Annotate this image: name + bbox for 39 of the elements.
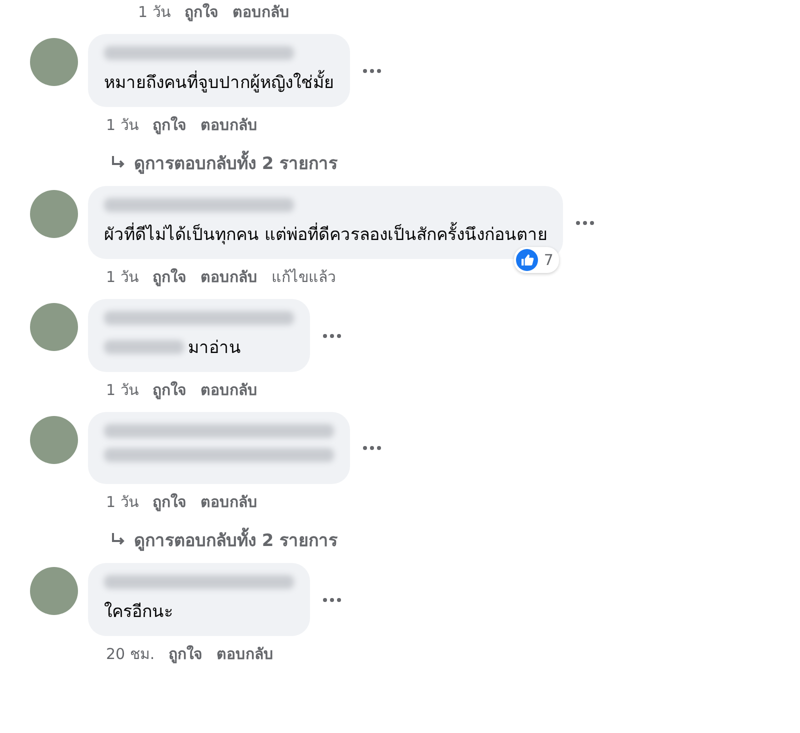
comment-time: 1 วัน (106, 115, 138, 136)
comment-time: 1 วัน (106, 380, 138, 401)
view-replies-link[interactable]: ดูการตอบกลับทั้ง 2 รายการ (134, 526, 338, 553)
more-options-icon[interactable] (322, 596, 342, 602)
more-options-icon[interactable] (575, 220, 596, 226)
reply-arrow-icon (110, 532, 126, 548)
comment-time: 1 วัน (138, 2, 170, 23)
like-link[interactable]: ถูกใจ (152, 265, 186, 289)
like-link[interactable]: ถูกใจ (152, 113, 186, 137)
view-replies-link[interactable]: ดูการตอบกลับทั้ง 2 รายการ (134, 149, 338, 176)
reply-link[interactable]: ตอบกลับ (200, 265, 258, 289)
comment-text: ใครอีกนะ (104, 600, 174, 624)
like-link[interactable]: ถูกใจ (152, 490, 186, 514)
comment-text: มาอ่าน (188, 337, 241, 360)
reply-link[interactable]: ตอบกลับ (200, 378, 258, 402)
like-link[interactable]: ถูกใจ (184, 0, 218, 24)
reply-link[interactable]: ตอบกลับ (232, 0, 290, 24)
reaction-count[interactable]: 7 (514, 247, 560, 273)
avatar[interactable] (30, 416, 78, 464)
avatar[interactable] (30, 567, 78, 615)
comment-time: 20 ชม. (106, 644, 155, 665)
comment-time: 1 วัน (106, 267, 138, 288)
like-link[interactable]: ถูกใจ (168, 642, 203, 666)
more-options-icon[interactable] (362, 68, 382, 74)
like-link[interactable]: ถูกใจ (152, 378, 186, 402)
reply-link[interactable]: ตอบกลับ (200, 490, 258, 514)
reply-link[interactable]: ตอบกลับ (200, 113, 258, 137)
more-options-icon[interactable] (322, 332, 342, 338)
reply-arrow-icon (110, 154, 126, 170)
thumbs-up-icon (516, 249, 538, 271)
avatar[interactable] (30, 38, 78, 86)
avatar[interactable] (30, 190, 78, 238)
more-options-icon[interactable] (362, 445, 382, 451)
comment-time: 1 วัน (106, 492, 138, 513)
avatar[interactable] (30, 303, 78, 351)
comment-text: หมายถึงคนที่จูบปากผู้หญิงใช่มั้ย (104, 68, 334, 95)
reply-link[interactable]: ตอบกลับ (216, 642, 274, 666)
edited-label: แก้ไขแล้ว (271, 267, 336, 288)
comment-text: ผัวที่ดีไม่ได้เป็นทุกคน แต่พ่อที่ดีควรลองเป็นสักครั้งนึงก่อนตาย (104, 220, 548, 247)
